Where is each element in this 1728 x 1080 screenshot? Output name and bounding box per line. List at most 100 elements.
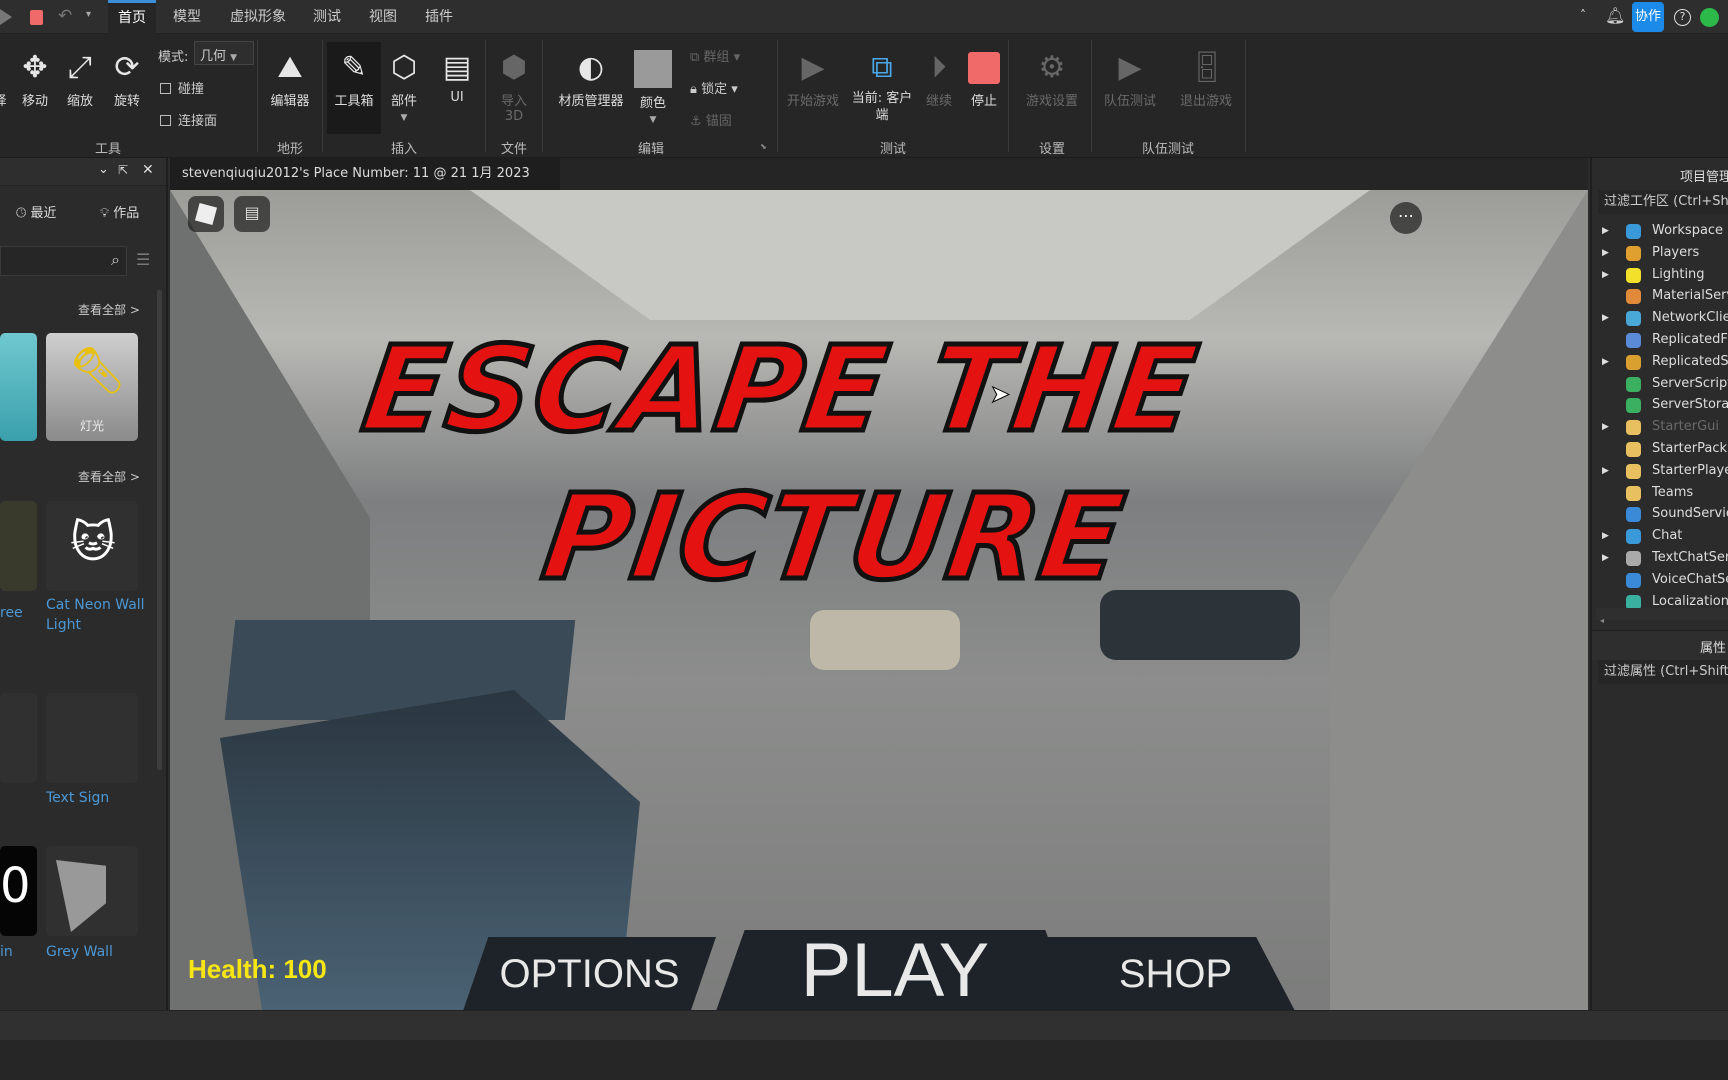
expand-arrow-icon[interactable]: ▶ [1602, 264, 1609, 286]
checkbox-icon [160, 115, 171, 126]
item-label[interactable]: Cat Neon Wall Light [46, 595, 146, 635]
expand-arrow-icon[interactable]: ▶ [1602, 220, 1609, 242]
toolbox-item[interactable] [0, 501, 37, 591]
expand-arrow-icon[interactable]: ▶ [1602, 460, 1609, 482]
quick-access-dropdown-icon[interactable]: ▾ [86, 9, 91, 20]
group-label-tools: 工具 [94, 142, 122, 157]
search-icon[interactable]: ⌕ [111, 250, 120, 270]
terrain-editor-button[interactable]: ⛰ 编辑器 [257, 42, 323, 134]
material-sphere-icon: ◐ [577, 50, 605, 85]
command-bar[interactable] [0, 1040, 1728, 1080]
filter-sliders-icon[interactable]: ☰ [136, 250, 150, 269]
stop-button[interactable]: 停止 [962, 42, 1006, 134]
toolbox-item-grey-wall[interactable] [46, 846, 138, 936]
ui-button[interactable]: ▤ UI [424, 42, 490, 134]
exit-door-icon: 🚪︎ [1188, 50, 1227, 85]
help-icon[interactable]: ? [1674, 9, 1691, 26]
expand-arrow-icon[interactable]: ▶ [1602, 351, 1609, 373]
expand-arrow-icon[interactable]: ▶ [1602, 525, 1609, 547]
recent-tab[interactable]: 🕓︎ 最近 [16, 202, 56, 221]
collision-label: 碰撞 [178, 82, 205, 97]
tab-avatar[interactable]: 虚拟形象 [220, 0, 296, 34]
horizontal-scrollbar[interactable]: ◂ [1596, 608, 1728, 625]
explorer-filter-input[interactable]: 过滤工作区 (Ctrl+Shift [1598, 190, 1728, 214]
mode-dropdown[interactable]: 几何 ▼ [194, 41, 254, 65]
join-surfaces-checkbox[interactable]: 连接面 [160, 110, 217, 129]
expand-arrow-icon[interactable]: ▶ [1602, 307, 1609, 329]
collision-checkbox[interactable]: 碰撞 [160, 78, 204, 97]
toolbox-item[interactable] [0, 693, 37, 783]
import-3d-icon: ⬢ [500, 50, 528, 85]
ui-window-icon: ▤ [442, 50, 472, 85]
collaborate-button[interactable]: 协作 [1632, 2, 1664, 32]
undock-icon[interactable]: ⇱ [118, 163, 128, 177]
chevron-down-icon[interactable]: ⌄ [98, 162, 109, 177]
play-button[interactable]: PLAY [716, 930, 1074, 1010]
toolbox-item-light[interactable]: 🔦︎ 灯光 [46, 333, 138, 441]
group-label-edit: 编辑 [637, 142, 665, 157]
lock-button[interactable]: 🔒︎ 锁定 ▾ [690, 78, 738, 97]
item-label[interactable]: ree [0, 603, 23, 623]
play-icon[interactable] [0, 9, 12, 25]
tab-plugins[interactable]: 插件 [415, 0, 463, 34]
game-settings-button[interactable]: ⚙ 游戏设置 [1019, 42, 1085, 134]
start-game-button[interactable]: ▶ 开始游戏 [780, 42, 846, 134]
expand-arrow-icon[interactable]: ▶ [1602, 242, 1609, 264]
item-label[interactable]: in [0, 942, 13, 962]
team-test-button[interactable]: ▶ 队伍测试 [1097, 42, 1163, 134]
shop-label: SHOP [1118, 952, 1233, 996]
see-all-link[interactable]: 查看全部 > [78, 468, 140, 485]
undo-icon[interactable]: ↶ [58, 6, 72, 26]
tab-home[interactable]: 首页 [108, 0, 156, 34]
expand-arrow-icon[interactable]: ▶ [1602, 547, 1609, 569]
resume-button[interactable]: ⏵ 继续 [917, 42, 961, 134]
dialog-launcher-icon[interactable]: ⬊ [760, 142, 767, 151]
toolbox-panel: ⌄ ⇱ ✕ 🕓︎ 最近 💡︎ 作品 ⌕ ☰ 查看全部 > 🔦︎ 灯光 查看全部 … [0, 158, 168, 1010]
anchor-button[interactable]: ⚓︎ 锚固 [690, 110, 732, 129]
service-icon [1626, 463, 1641, 479]
color-button[interactable]: 颜色 ▼ [620, 42, 686, 134]
properties-header: 属性 [1592, 630, 1728, 660]
game-viewport[interactable]: ESCAPE THE PICTURE ⋯ ▤ Health: 100 OPTIO… [170, 190, 1588, 1010]
chat-icon[interactable]: ▤ [234, 196, 270, 232]
import-3d-button[interactable]: ⬢ 导入 3D [494, 42, 534, 134]
shop-button[interactable]: SHOP [1036, 937, 1295, 1010]
explorer-item-label: StarterPack [1652, 441, 1727, 456]
roblox-menu-button[interactable] [188, 196, 224, 232]
exit-game-label: 退出游戏 [1179, 94, 1232, 109]
tab-test[interactable]: 测试 [303, 0, 351, 34]
item-label[interactable]: Text Sign [46, 788, 109, 808]
close-icon[interactable]: ✕ [142, 162, 154, 178]
wall-shape-icon [56, 860, 106, 932]
current-client-button[interactable]: ⧉ 当前: 客户端 [847, 42, 917, 134]
document-tab[interactable]: stevenqiuqiu2012's Place Number: 11 @ 21… [170, 158, 560, 213]
toolbox-item-text-sign[interactable] [46, 693, 138, 783]
creations-tab[interactable]: 💡︎ 作品 [100, 202, 139, 221]
scrollbar[interactable] [157, 290, 162, 770]
toolbox-search-input[interactable]: ⌕ [0, 246, 127, 276]
see-all-link[interactable]: 查看全部 > [78, 301, 140, 318]
material-manager-button[interactable]: ◐ 材质管理器 [551, 42, 631, 134]
toolbox-item-cat-neon[interactable]: 🐱︎ [46, 501, 138, 591]
more-options-icon[interactable]: ⋯ [1390, 202, 1422, 234]
toolbox-item[interactable]: 0 [0, 846, 37, 936]
notification-bell-icon[interactable]: 🔔︎ [1605, 6, 1625, 25]
status-indicator-icon[interactable] [1700, 8, 1719, 27]
service-icon [1626, 420, 1641, 436]
explorer-title: 项目管理 [1680, 170, 1728, 185]
properties-filter-input[interactable]: 过滤属性 (Ctrl+Shift+ [1598, 660, 1728, 684]
cat-icon: 🐱︎ [70, 517, 116, 568]
options-button[interactable]: OPTIONS [463, 937, 716, 1010]
item-label[interactable]: Grey Wall [46, 942, 113, 962]
collapse-ribbon-icon[interactable]: ˄ [1580, 8, 1586, 22]
tab-model[interactable]: 模型 [163, 0, 211, 34]
explorer-item-label: VoiceChatService [1652, 571, 1728, 587]
toolbox-item[interactable] [0, 333, 37, 441]
rotate-button[interactable]: ⟳ 旋转 [94, 42, 160, 134]
stop-icon[interactable] [30, 10, 43, 25]
expand-arrow-icon[interactable]: ▶ [1602, 416, 1609, 438]
group-button[interactable]: ⧉ 群组 ▾ [690, 46, 740, 65]
exit-game-button[interactable]: 🚪︎ 退出游戏 [1173, 42, 1239, 134]
tab-view[interactable]: 视图 [359, 0, 407, 34]
service-icon [1626, 245, 1641, 261]
